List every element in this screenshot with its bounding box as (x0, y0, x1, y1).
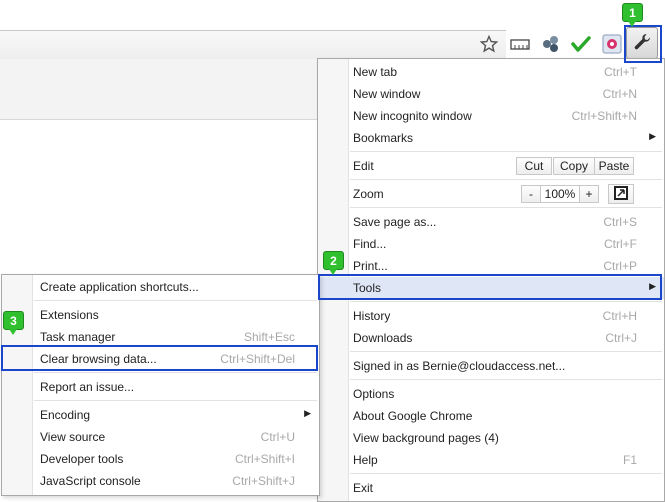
menu-separator (350, 179, 662, 180)
fullscreen-button[interactable] (608, 184, 634, 204)
menu-item-label: Encoding (40, 408, 91, 422)
menu-item-label: View background pages (4) (353, 431, 499, 445)
step-badge-3: 3 (3, 311, 24, 335)
step-badge-2: 2 (323, 251, 344, 275)
menu-item-label: Exit (353, 481, 374, 495)
menu-separator (34, 300, 317, 301)
page-header-strip (0, 59, 318, 120)
menu-item-label: New tab (353, 65, 398, 79)
menu-item-label: Signed in as Bernie@cloudaccess.net... (353, 359, 566, 373)
menu-item-history[interactable]: History Ctrl+H (318, 305, 664, 327)
menu-separator (34, 372, 317, 373)
menu-item-label: Extensions (40, 308, 99, 322)
menu-item-shortcut: Ctrl+F (604, 237, 637, 251)
menu-item-label: Edit (353, 159, 374, 173)
menu-item-bookmarks[interactable]: Bookmarks ▶ (318, 127, 664, 149)
menu-item-label: Options (353, 387, 395, 401)
step-badge-1: 1 (622, 3, 643, 27)
menu-item-shortcut: Ctrl+T (604, 65, 637, 79)
menu-item-shortcut: Ctrl+Shift+I (234, 452, 295, 466)
menu-item-label: Print... (353, 259, 388, 273)
menu-item-edit: Edit Cut Copy Paste (318, 155, 664, 177)
paste-button[interactable]: Paste (594, 157, 634, 175)
menu-item-label: Downloads (353, 331, 413, 345)
menu-item-zoom: Zoom - 100% + (318, 183, 664, 205)
highlight-clear-browsing-box (1, 345, 318, 371)
zoom-level: 100% (540, 185, 580, 203)
menu-item-label: History (353, 309, 391, 323)
menu-item-create-application-shortcuts[interactable]: Create application shortcuts... (2, 276, 319, 298)
menu-separator (350, 207, 662, 208)
menu-item-label: New incognito window (353, 109, 472, 123)
zoom-out-button[interactable]: - (521, 185, 541, 203)
menu-item-options[interactable]: Options (318, 383, 664, 405)
menu-separator (350, 379, 662, 380)
highlight-wrench-box (624, 25, 662, 63)
menu-separator (34, 400, 317, 401)
menu-item-shortcut: Ctrl+Shift+J (232, 474, 295, 488)
menu-item-new-incognito-window[interactable]: New incognito window Ctrl+Shift+N (318, 105, 664, 127)
menu-item-label: Zoom (353, 187, 384, 201)
cut-button[interactable]: Cut (516, 157, 552, 175)
menu-item-label: Task manager (40, 330, 116, 344)
menu-item-shortcut: Ctrl+Shift+N (571, 109, 637, 123)
menu-item-help[interactable]: Help F1 (318, 449, 664, 471)
star-icon[interactable] (478, 33, 500, 55)
menu-item-label: View source (40, 430, 106, 444)
menu-item-find[interactable]: Find... Ctrl+F (318, 233, 664, 255)
menu-item-view-source[interactable]: View source Ctrl+U (2, 426, 319, 448)
gear-extension-icon[interactable] (601, 33, 623, 55)
menu-item-shortcut: F1 (622, 453, 637, 467)
ruler-icon[interactable] (509, 33, 531, 55)
menu-separator (350, 151, 662, 152)
menu-item-shortcut: Ctrl+H (602, 309, 637, 323)
menu-item-signed-in[interactable]: Signed in as Bernie@cloudaccess.net... (318, 355, 664, 377)
menu-item-shortcut: Shift+Esc (243, 330, 295, 344)
menu-item-javascript-console[interactable]: JavaScript console Ctrl+Shift+J (2, 470, 319, 492)
menu-separator (350, 351, 662, 352)
menu-item-label: Developer tools (40, 452, 124, 466)
menu-item-new-window[interactable]: New window Ctrl+N (318, 83, 664, 105)
tools-submenu: Create application shortcuts... Extensio… (1, 274, 320, 496)
menu-item-label: Help (353, 453, 378, 467)
zoom-in-button[interactable]: + (579, 185, 599, 203)
menu-item-label: JavaScript console (40, 474, 141, 488)
cube-icon[interactable] (540, 33, 562, 55)
menu-item-extensions[interactable]: Extensions (2, 304, 319, 326)
menu-item-label: Save page as... (353, 215, 437, 229)
submenu-arrow-icon: ▶ (649, 131, 656, 141)
menu-item-new-tab[interactable]: New tab Ctrl+T (318, 61, 664, 83)
menu-item-label: New window (353, 87, 421, 101)
menu-item-report-an-issue[interactable]: Report an issue... (2, 376, 319, 398)
menu-separator (350, 473, 662, 474)
highlight-tools-box (318, 274, 662, 300)
menu-item-background-pages[interactable]: View background pages (4) (318, 427, 664, 449)
browser-toolbar (0, 0, 665, 60)
menu-item-developer-tools[interactable]: Developer tools Ctrl+Shift+I (2, 448, 319, 470)
menu-item-label: Report an issue... (40, 380, 135, 394)
menu-item-shortcut: Ctrl+N (602, 87, 637, 101)
menu-item-label: Bookmarks (353, 131, 414, 145)
fullscreen-icon (614, 185, 628, 203)
menu-item-downloads[interactable]: Downloads Ctrl+J (318, 327, 664, 349)
menu-item-label: Create application shortcuts... (40, 280, 199, 294)
menu-item-label: Find... (353, 237, 387, 251)
menu-item-encoding[interactable]: Encoding ▶ (2, 404, 319, 426)
menu-separator (350, 301, 662, 302)
menu-item-save-page-as[interactable]: Save page as... Ctrl+S (318, 211, 664, 233)
menu-item-shortcut: Ctrl+J (605, 331, 637, 345)
menu-item-shortcut: Ctrl+U (260, 430, 295, 444)
menu-item-shortcut: Ctrl+S (603, 215, 637, 229)
menu-item-exit[interactable]: Exit (318, 477, 664, 499)
menu-item-label: About Google Chrome (353, 409, 473, 423)
submenu-arrow-icon: ▶ (304, 408, 311, 418)
menu-item-shortcut: Ctrl+P (603, 259, 637, 273)
menu-item-about[interactable]: About Google Chrome (318, 405, 664, 427)
address-bar[interactable] (0, 30, 506, 60)
copy-button[interactable]: Copy (553, 157, 595, 175)
checkmark-icon[interactable] (570, 33, 592, 55)
